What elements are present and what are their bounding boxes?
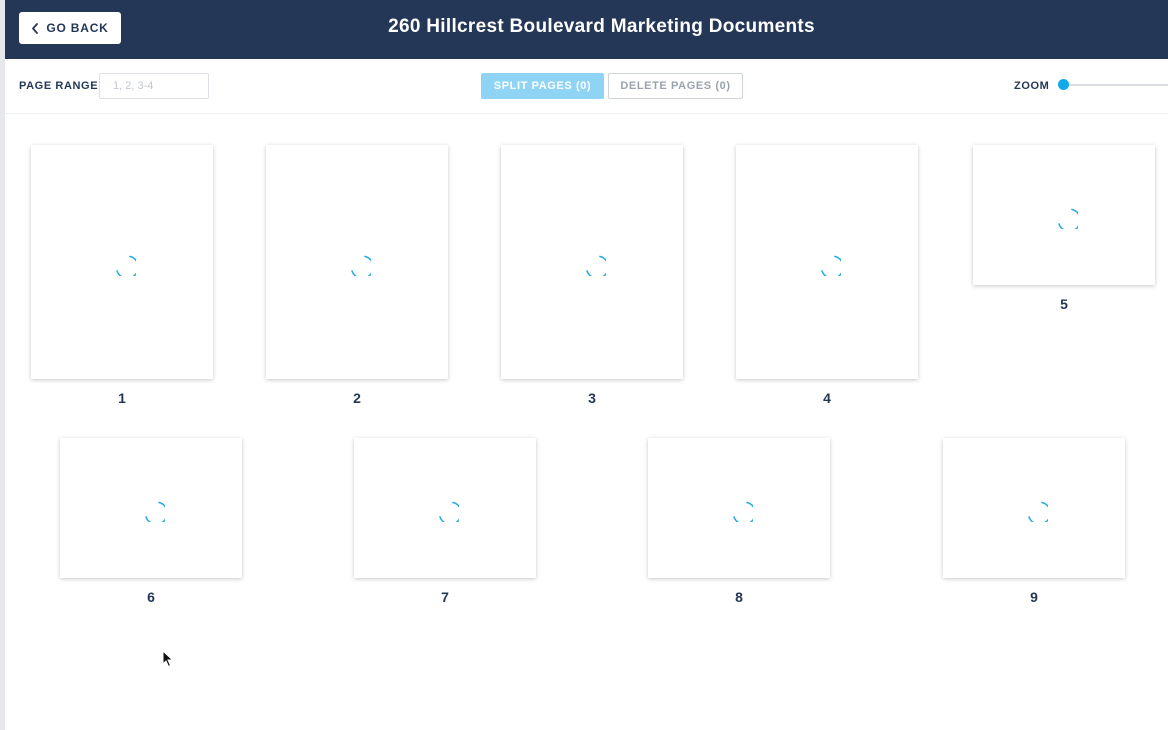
page-number: 9 (1030, 589, 1038, 605)
spinner-icon (586, 255, 606, 276)
delete-pages-button[interactable]: DELETE PAGES (0) (608, 73, 743, 99)
page-range-label: PAGE RANGE (19, 80, 99, 92)
toolbar: PAGE RANGE SPLIT PAGES (0) DELETE PAGES … (5, 59, 1168, 114)
spinner-icon (1058, 208, 1078, 229)
page-number: 4 (823, 390, 831, 406)
page-number: 6 (147, 589, 155, 605)
spinner-icon (116, 255, 136, 276)
page-number: 2 (353, 390, 361, 406)
split-pages-button[interactable]: SPLIT PAGES (0) (481, 73, 604, 99)
mouse-pointer-icon (162, 649, 174, 673)
page-thumbnail[interactable] (60, 438, 242, 578)
page-thumbnail[interactable] (943, 438, 1125, 578)
page-thumbnail[interactable] (736, 145, 918, 379)
zoom-slider-track[interactable] (1063, 84, 1168, 86)
app-window: GO BACK 260 Hillcrest Boulevard Marketin… (0, 0, 1168, 730)
zoom-slider-thumb[interactable] (1058, 79, 1069, 90)
page-range-input[interactable] (99, 73, 209, 99)
zoom-label: ZOOM (1014, 80, 1050, 92)
spinner-icon (1028, 501, 1048, 522)
page-title: 260 Hillcrest Boulevard Marketing Docume… (388, 16, 815, 37)
page-number: 7 (441, 589, 449, 605)
spinner-icon (351, 255, 371, 276)
page-thumbnail[interactable] (266, 145, 448, 379)
spinner-icon (821, 255, 841, 276)
spinner-icon (439, 501, 459, 522)
page-thumbnail[interactable] (501, 145, 683, 379)
spinner-icon (145, 501, 165, 522)
page-thumbnail[interactable] (648, 438, 830, 578)
page-thumbnail[interactable] (31, 145, 213, 379)
page-number: 8 (735, 589, 743, 605)
page-number: 3 (588, 390, 596, 406)
spinner-icon (733, 501, 753, 522)
page-thumbnail[interactable] (354, 438, 536, 578)
header-bar: GO BACK 260 Hillcrest Boulevard Marketin… (5, 0, 1168, 59)
page-number: 5 (1060, 296, 1068, 312)
page-number: 1 (118, 390, 126, 406)
page-thumbnail[interactable] (973, 145, 1155, 285)
